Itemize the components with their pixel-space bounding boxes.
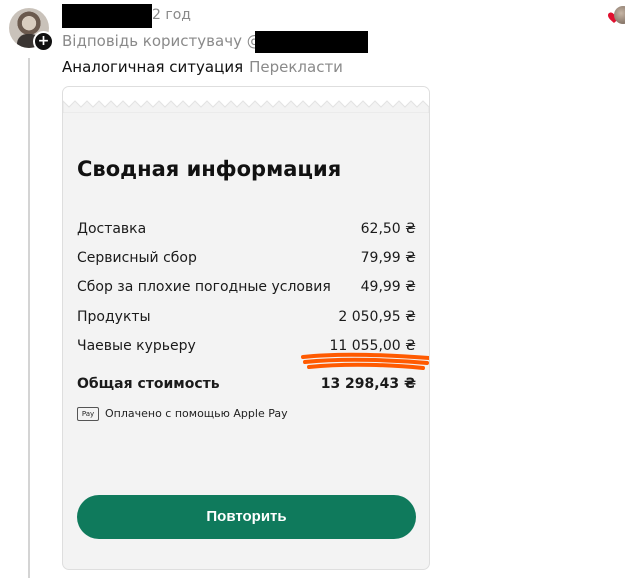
- summary-row: Доставка 62,50 ₴: [77, 221, 416, 241]
- orange-scribble: [301, 352, 429, 370]
- receipt-title: Сводная информация: [77, 157, 342, 181]
- summary-row: Продукты 2 050,95 ₴: [77, 309, 416, 329]
- comment-body: Аналогичная ситуация Перекласти: [62, 58, 343, 76]
- reply-to-label: Відповідь користувачу @: [62, 32, 262, 50]
- summary-row: Сервисный сбор 79,99 ₴: [77, 250, 416, 270]
- torn-edge: [63, 87, 429, 113]
- row-label: Сервисный сбор: [77, 250, 197, 266]
- receipt-image[interactable]: Сводная информация Доставка 62,50 ₴ Серв…: [62, 86, 430, 570]
- summary-row: Сбор за плохие погодные условия 49,99 ₴: [77, 279, 416, 299]
- translate-link[interactable]: Перекласти: [249, 58, 343, 76]
- row-value: 49,99 ₴: [360, 279, 416, 295]
- row-value: 79,99 ₴: [360, 250, 416, 266]
- redacted-username: [62, 4, 152, 28]
- comment-time: 2 год: [152, 7, 191, 23]
- payment-info: Pay Оплачено с помощью Apple Pay: [77, 407, 288, 421]
- row-label: Чаевые курьеру: [77, 338, 196, 354]
- row-value: 62,50 ₴: [360, 221, 416, 237]
- redacted-handle: [255, 31, 368, 53]
- reactor-avatar[interactable]: [614, 6, 625, 24]
- apple-pay-icon: Pay: [77, 407, 99, 421]
- thread-line: [28, 58, 30, 578]
- row-value: 2 050,95 ₴: [338, 309, 416, 325]
- row-label: Продукты: [77, 309, 151, 325]
- row-label: Сбор за плохие погодные условия: [77, 279, 331, 295]
- total-label: Общая стоимость: [77, 376, 220, 392]
- payment-text: Оплачено с помощью Apple Pay: [105, 407, 288, 420]
- repeat-button[interactable]: Повторить: [77, 495, 416, 539]
- total-row: Общая стоимость 13 298,43 ₴: [77, 376, 416, 396]
- row-label: Доставка: [77, 221, 147, 237]
- plus-icon[interactable]: +: [33, 31, 54, 52]
- comment-text: Аналогичная ситуация: [62, 58, 244, 76]
- total-value: 13 298,43 ₴: [320, 376, 416, 392]
